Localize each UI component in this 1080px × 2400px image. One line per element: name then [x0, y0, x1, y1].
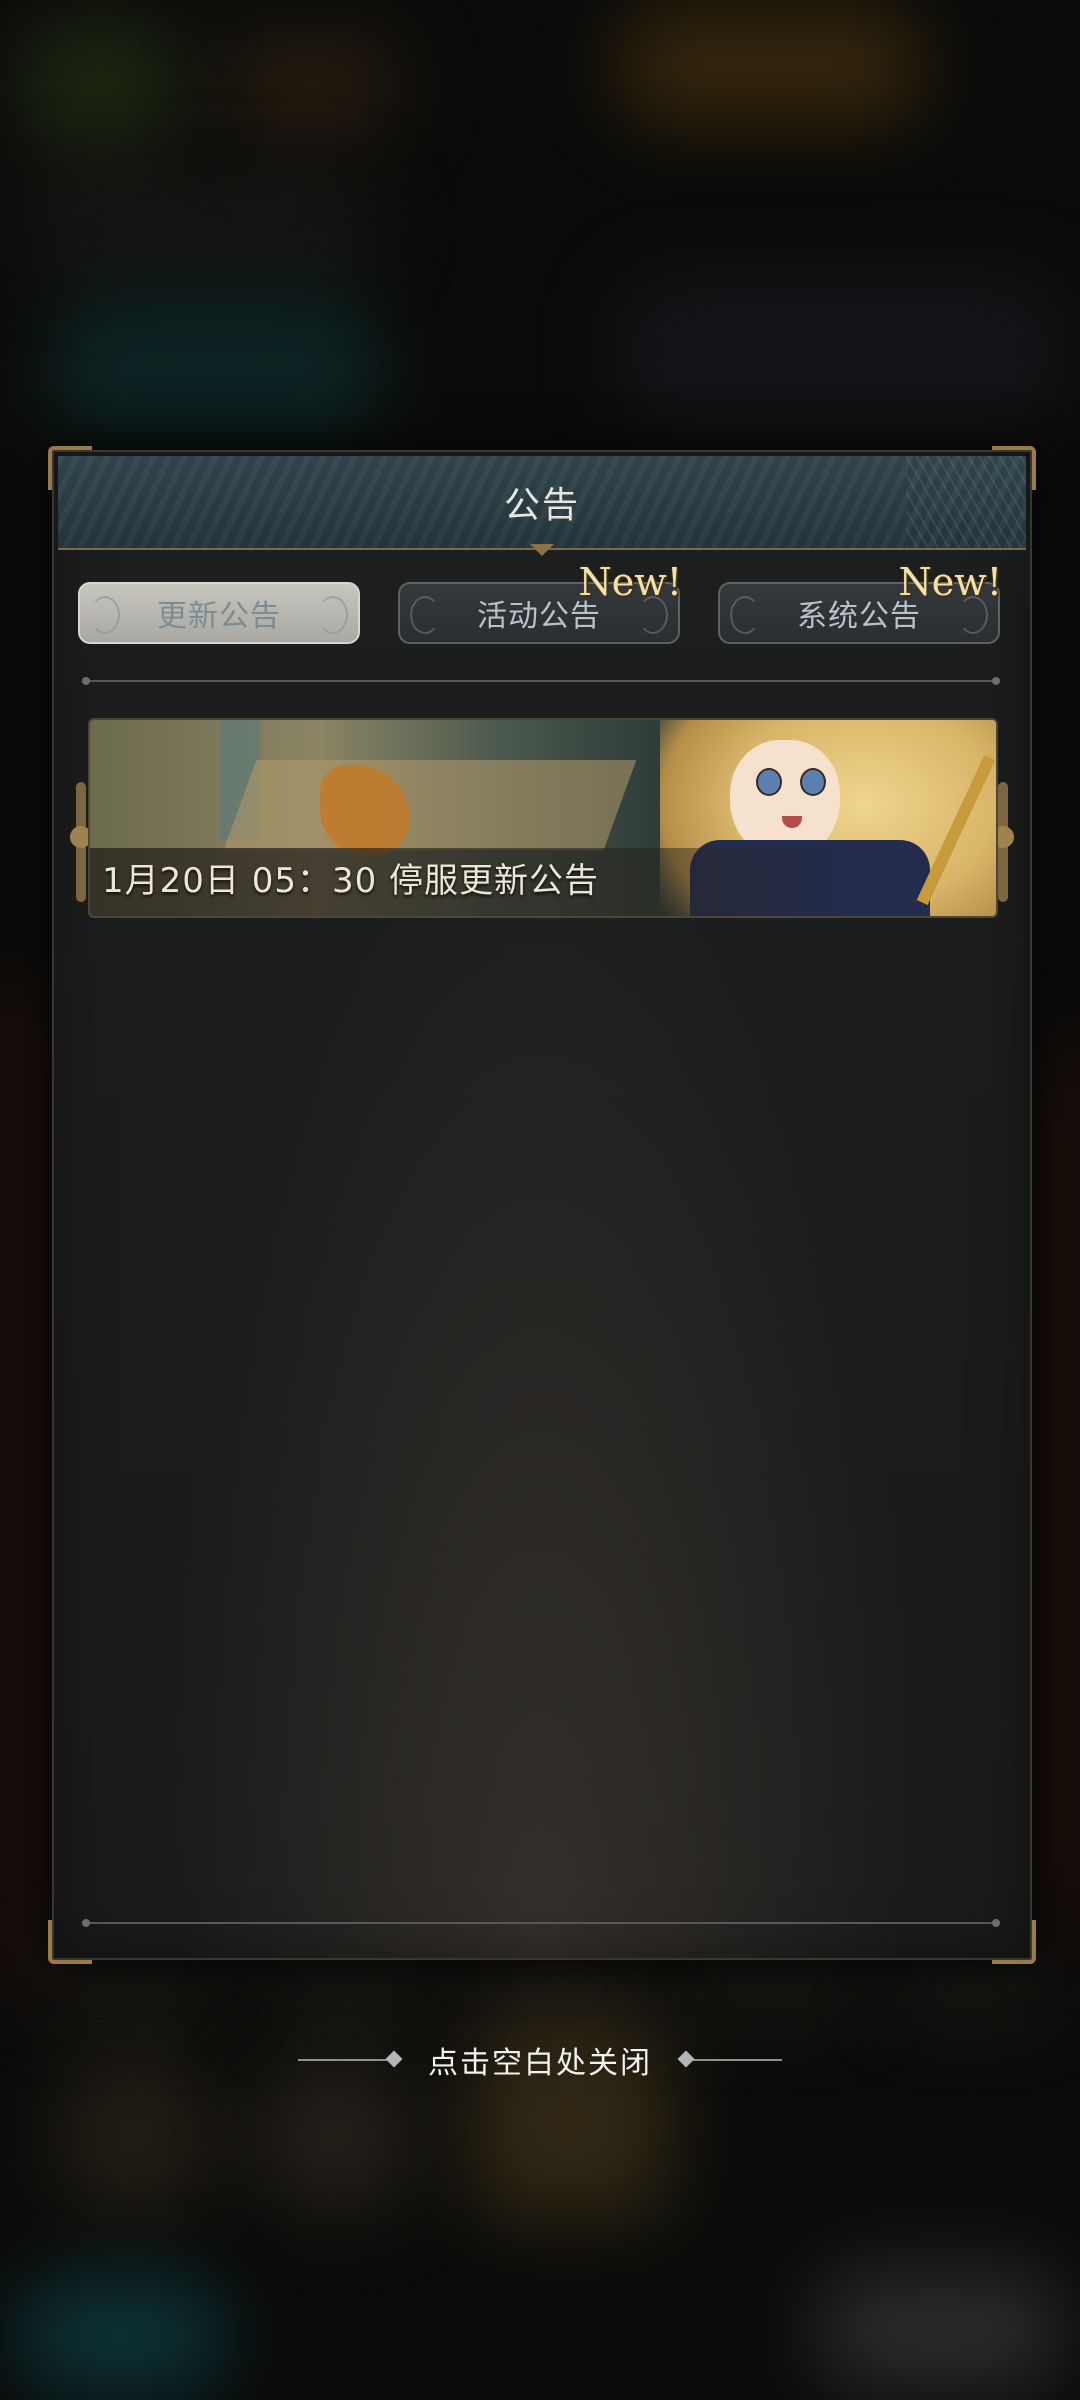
tab-system-announcements[interactable]: 系统公告 New!	[718, 560, 1002, 644]
swirl-ornament-icon	[90, 596, 120, 634]
title-gem-ornament	[530, 544, 554, 556]
background-blur	[260, 2060, 410, 2210]
announcement-banner[interactable]: 1月20日 05：30 停服更新公告	[88, 718, 998, 918]
announcement-dialog: 公告 更新公告 活动公告 New! 系统公告 New! 1月20日 05：30 …	[48, 446, 1036, 1964]
new-badge: New!	[898, 560, 1002, 604]
background-blur	[260, 1960, 440, 2010]
background-blur	[20, 20, 180, 150]
background-blur	[20, 2280, 220, 2390]
dialog-title: 公告	[503, 485, 580, 526]
close-hint[interactable]: 点击空白处关闭	[0, 2038, 1080, 2082]
swirl-ornament-icon	[410, 596, 440, 634]
divider	[82, 1919, 1000, 1927]
divider	[82, 677, 1000, 685]
dialog-title-bar: 公告	[58, 456, 1026, 550]
close-hint-text: 点击空白处关闭	[428, 2046, 652, 2081]
character-eye	[756, 768, 782, 796]
background-blur	[0, 980, 60, 1980]
background-blur	[20, 180, 380, 270]
screen[interactable]: 公告 更新公告 活动公告 New! 系统公告 New! 1月20日 05：30 …	[0, 0, 1080, 2400]
background-blur	[40, 1960, 220, 2010]
banner-art	[223, 760, 637, 850]
background-blur	[620, 280, 1060, 420]
tab-label: 更新公告	[157, 599, 281, 634]
announcement-caption: 1月20日 05：30 停服更新公告	[102, 861, 600, 901]
background-blur	[50, 300, 380, 430]
background-blur	[680, 1960, 860, 2010]
new-badge: New!	[578, 560, 682, 604]
background-blur	[820, 2270, 1060, 2390]
corner-ornament	[992, 1920, 1036, 1964]
background-blur	[1030, 1040, 1080, 1940]
background-blur	[220, 30, 400, 140]
hint-line-left-icon	[298, 2059, 398, 2061]
swirl-ornament-icon	[730, 596, 760, 634]
character-eye	[800, 768, 826, 796]
hint-line-right-icon	[682, 2059, 782, 2061]
swirl-ornament-icon	[318, 596, 348, 634]
background-blur	[620, 10, 920, 120]
background-blur	[890, 1960, 1050, 2010]
tab-update-announcements[interactable]: 更新公告	[78, 582, 360, 644]
background-blur	[470, 1960, 650, 2010]
background-blur	[60, 2060, 210, 2210]
tab-event-announcements[interactable]: 活动公告 New!	[398, 560, 682, 644]
